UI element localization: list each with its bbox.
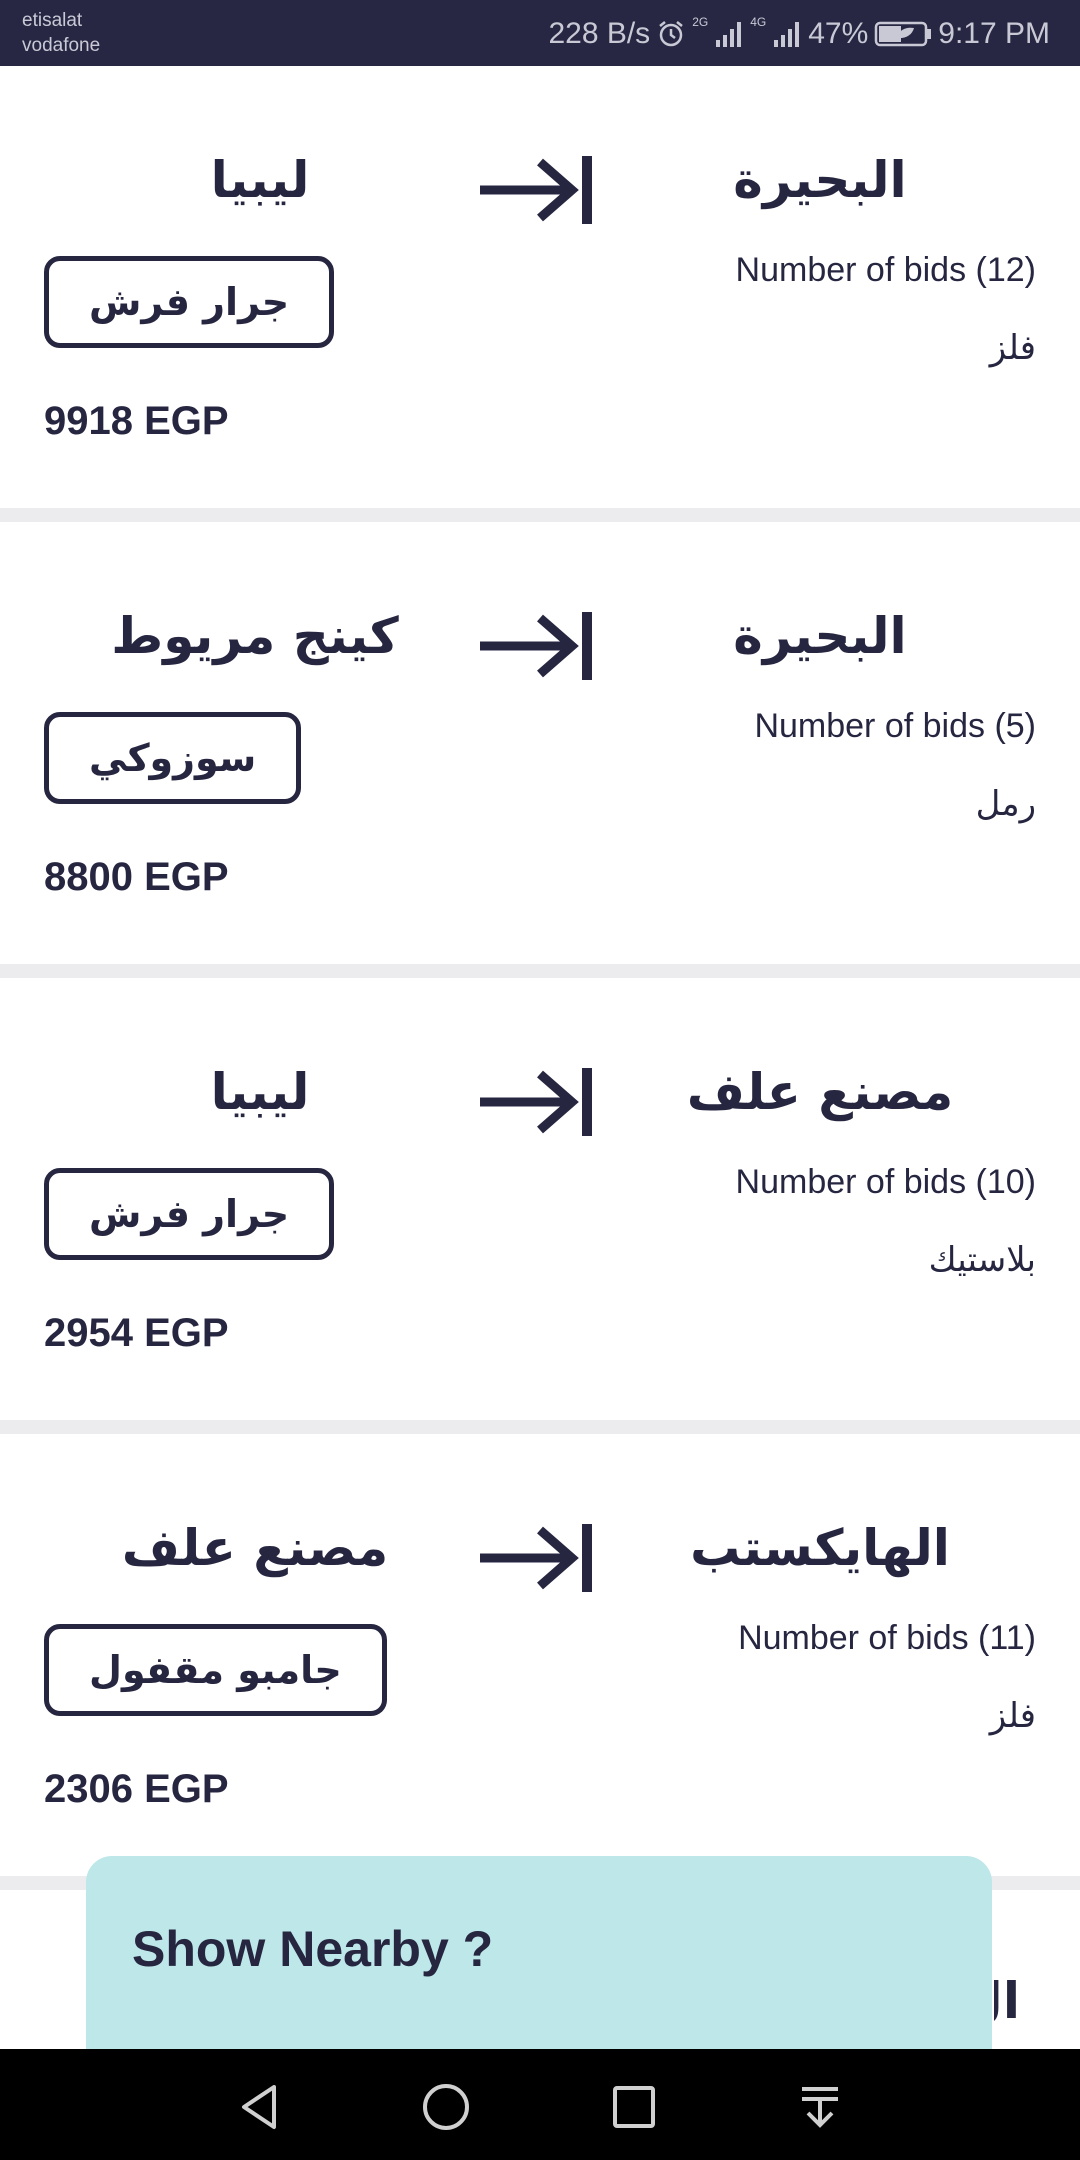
material-type: فلز (989, 328, 1036, 368)
price: 2954 EGP (44, 1311, 229, 1355)
back-icon[interactable] (230, 2077, 290, 2137)
origin-location: مصنع علف (686, 1063, 954, 1121)
truck-type-button[interactable]: جامبو مقفول (44, 1624, 387, 1716)
bids-count: Number of bids (5) (754, 707, 1036, 745)
destination-location: كينج مريوط (111, 607, 399, 665)
material-type: فلز (989, 1696, 1036, 1736)
bids-count: Number of bids (11) (738, 1619, 1036, 1657)
signal-icon (772, 20, 802, 48)
alarm-icon (656, 19, 686, 49)
truck-type-button[interactable]: جرار فرش (44, 256, 335, 348)
shipment-list[interactable]: البحيرة ليبيا Number of bids (12) فلز جر… (0, 66, 1080, 2049)
arrow-to-end-icon (480, 1524, 592, 1592)
shipment-card[interactable]: البحيرة كينج مريوط Number of bids (5) رم… (0, 522, 1080, 978)
carrier-1: etisalat (22, 10, 83, 31)
show-nearby-title[interactable]: Show Nearby ? (132, 1920, 493, 1978)
price: 9918 EGP (44, 399, 229, 443)
partial-card-text: ال (994, 1972, 1020, 2030)
destination-location: ليبيا (210, 151, 310, 209)
shipment-card[interactable]: الهايكستب مصنع علف Number of bids (11) ف… (0, 1434, 1080, 1890)
show-nearby-prompt[interactable]: Show Nearby ? (86, 1856, 992, 2076)
material-type: رمل (975, 784, 1036, 824)
network-type-1: 2G (692, 15, 709, 29)
battery-icon (874, 20, 932, 48)
origin-location: البحيرة (733, 151, 907, 209)
status-bar: etisalat vodafone 228 B/s 2G 4G 47% 9:17… (0, 0, 1080, 66)
home-icon[interactable] (416, 2077, 476, 2137)
shipment-card[interactable]: مصنع علف ليبيا Number of bids (10) بلاست… (0, 978, 1080, 1434)
network-type-2: 4G (750, 15, 767, 29)
navigation-bar (0, 2049, 1080, 2160)
destination-location: مصنع علف (121, 1519, 389, 1577)
notification-pulldown-icon[interactable] (790, 2077, 850, 2137)
origin-location: الهايكستب (690, 1519, 950, 1577)
bids-count: Number of bids (10) (735, 1163, 1036, 1201)
arrow-to-end-icon (480, 612, 592, 680)
price: 8800 EGP (44, 855, 229, 899)
truck-type-button[interactable]: سوزوكي (44, 712, 302, 804)
status-indicators: 228 B/s 2G 4G 47% 9:17 PM (548, 14, 1050, 54)
net-speed: 228 B/s (548, 17, 651, 50)
shipment-card[interactable]: البحيرة ليبيا Number of bids (12) فلز جر… (0, 66, 1080, 522)
bids-count: Number of bids (12) (735, 251, 1036, 289)
arrow-to-end-icon (480, 156, 592, 224)
battery-percent: 47% (808, 17, 869, 50)
carrier-names: etisalat vodafone (22, 8, 100, 58)
origin-location: البحيرة (733, 607, 907, 665)
carrier-2: vodafone (22, 35, 101, 56)
arrow-to-end-icon (480, 1068, 592, 1136)
destination-location: ليبيا (210, 1063, 310, 1121)
material-type: بلاستيك (928, 1240, 1036, 1280)
truck-type-button[interactable]: جرار فرش (44, 1168, 335, 1260)
price: 2306 EGP (44, 1767, 229, 1811)
recents-icon[interactable] (604, 2077, 664, 2137)
signal-icon (714, 20, 744, 48)
clock: 9:17 PM (938, 17, 1050, 50)
